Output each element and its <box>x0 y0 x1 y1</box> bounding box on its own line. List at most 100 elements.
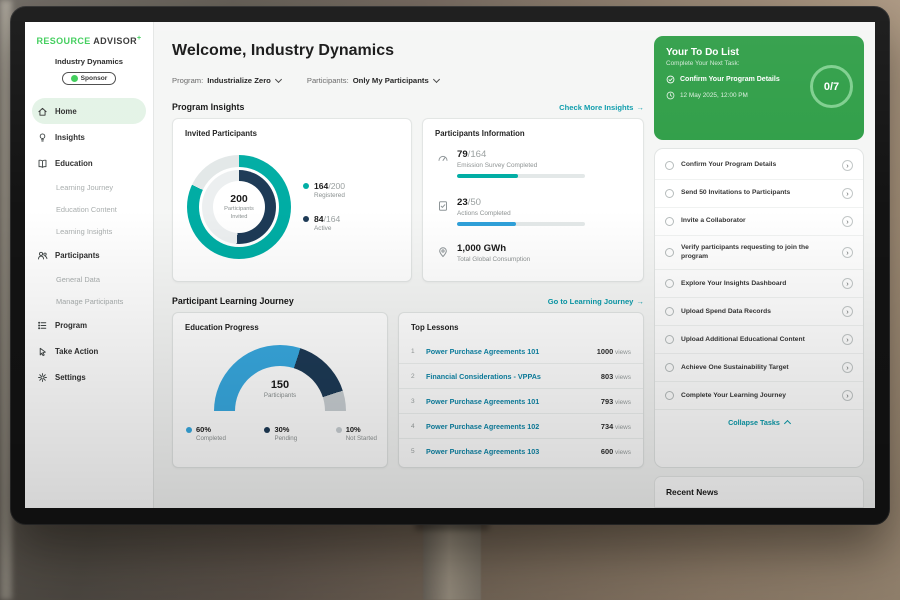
participants-filter-label: Participants: <box>307 76 349 85</box>
chevron-right-icon[interactable]: › <box>842 216 853 227</box>
todo-task-row[interactable]: Invite a Collaborator › <box>655 208 863 236</box>
chevron-down-icon <box>275 76 282 83</box>
legend-label: Not Started <box>346 435 377 442</box>
lesson-views-word: views <box>613 424 631 431</box>
lesson-views-word: views <box>613 374 631 381</box>
todo-task-row[interactable]: Complete Your Learning Journey › <box>655 382 863 410</box>
sidebar-nav: Home Insights Education Learning Journey… <box>25 98 153 390</box>
participants-information-card: Participants Information 79/164 Emission… <box>422 118 644 282</box>
donut-center-label: Participants Invited <box>217 206 261 220</box>
legend-pct: 30% <box>274 425 297 434</box>
todo-task-label: Upload Additional Educational Content <box>681 336 835 345</box>
invited-donut-chart: 200 Participants Invited <box>187 155 291 259</box>
legend-of: /164 <box>324 214 341 224</box>
sponsor-badge[interactable]: Sponsor <box>62 72 117 85</box>
program-filter[interactable]: Program: Industrialize Zero <box>172 76 281 85</box>
lesson-rank: 3 <box>411 398 418 405</box>
legend-label: Active <box>314 225 340 232</box>
checkbox-circle[interactable] <box>665 189 674 198</box>
legend-dot-completed <box>186 427 192 433</box>
metric-actions-completed: 23/50 Actions Completed <box>437 197 585 226</box>
sidebar-item-learning-insights[interactable]: Learning Insights <box>25 220 153 242</box>
collapse-tasks-button[interactable]: Collapse Tasks <box>655 410 863 433</box>
photo-background: RESOURCE ADVISOR+ Industry Dynamics Spon… <box>0 0 900 600</box>
todo-task-row[interactable]: Upload Spend Data Records › <box>655 298 863 326</box>
todo-task-row[interactable]: Achieve One Sustainability Target › <box>655 354 863 382</box>
check-more-insights-link[interactable]: Check More Insights→ <box>559 103 644 112</box>
sidebar-item-education-content[interactable]: Education Content <box>25 198 153 220</box>
legend-value: 84 <box>314 214 324 224</box>
top-lessons-card: Top Lessons 1 Power Purchase Agreements … <box>398 312 644 468</box>
main-content: Welcome, Industry Dynamics Program: Indu… <box>154 22 875 508</box>
todo-task-row[interactable]: Send 50 Invitations to Participants › <box>655 180 863 208</box>
legend-of: /200 <box>328 181 345 191</box>
recent-news-header: Recent News <box>654 476 864 508</box>
lesson-link[interactable]: Power Purchase Agreements 101 <box>426 397 539 406</box>
program-filter-label: Program: <box>172 76 203 85</box>
lesson-row: 5 Power Purchase Agreements 103 600 view… <box>399 439 643 464</box>
todo-list-card: Confirm Your Program Details › Send 50 I… <box>654 148 864 468</box>
go-to-learning-journey-link[interactable]: Go to Learning Journey→ <box>548 297 644 306</box>
chevron-right-icon[interactable]: › <box>842 334 853 345</box>
chevron-right-icon[interactable]: › <box>842 390 853 401</box>
gear-icon <box>37 372 48 383</box>
program-filter-value: Industrialize Zero <box>207 76 271 85</box>
arrow-right-icon: → <box>636 103 644 112</box>
lesson-link[interactable]: Power Purchase Agreements 101 <box>426 347 539 356</box>
sidebar-item-take-action[interactable]: Take Action <box>25 338 153 364</box>
lesson-link[interactable]: Power Purchase Agreements 103 <box>426 447 539 456</box>
participants-filter[interactable]: Participants: Only My Participants <box>307 76 439 85</box>
sidebar-item-general-data[interactable]: General Data <box>25 268 153 290</box>
sidebar-item-settings[interactable]: Settings <box>25 364 153 390</box>
legend-label: Completed <box>196 435 226 442</box>
checkbox-circle[interactable] <box>665 307 674 316</box>
check-circle-icon <box>666 75 675 84</box>
progress-fill <box>457 222 516 226</box>
chevron-right-icon[interactable]: › <box>842 306 853 317</box>
lesson-row: 1 Power Purchase Agreements 101 1000 vie… <box>399 339 643 364</box>
learning-journey-header: Participant Learning Journey Go to Learn… <box>172 296 644 306</box>
checkbox-circle[interactable] <box>665 363 674 372</box>
todo-task-row[interactable]: Upload Additional Educational Content › <box>655 326 863 354</box>
lesson-link[interactable]: Financial Considerations - VPPAs <box>426 372 541 381</box>
todo-task-label: Upload Spend Data Records <box>681 308 835 317</box>
sidebar-item-label: Insights <box>55 133 85 142</box>
todo-task-row[interactable]: Explore Your Insights Dashboard › <box>655 270 863 298</box>
checkbox-circle[interactable] <box>665 161 674 170</box>
chevron-right-icon[interactable]: › <box>842 160 853 171</box>
sidebar-item-home[interactable]: Home <box>32 98 146 124</box>
todo-task-label: Invite a Collaborator <box>681 217 835 226</box>
todo-task-row[interactable]: Verify participants requesting to join t… <box>655 236 863 270</box>
chevron-right-icon[interactable]: › <box>842 278 853 289</box>
lesson-views-count: 1000 <box>597 347 613 356</box>
sidebar-item-manage-participants[interactable]: Manage Participants <box>25 290 153 312</box>
sidebar-item-label: Learning Insights <box>56 227 112 236</box>
lesson-views-word: views <box>613 399 631 406</box>
checkbox-circle[interactable] <box>665 248 674 257</box>
todo-task-row[interactable]: Confirm Your Program Details › <box>655 152 863 180</box>
education-progress-card: Education Progress 150 Participants 60%C… <box>172 312 388 468</box>
lesson-link[interactable]: Power Purchase Agreements 102 <box>426 422 539 431</box>
chevron-right-icon[interactable]: › <box>842 188 853 199</box>
metric-value: 79 <box>457 149 468 160</box>
invited-participants-card: Invited Participants 200 Participants In… <box>172 118 412 282</box>
checkbox-circle[interactable] <box>665 335 674 344</box>
checkbox-circle[interactable] <box>665 217 674 226</box>
book-icon <box>37 158 48 169</box>
filters-row: Program: Industrialize Zero Participants… <box>172 76 439 85</box>
sidebar-item-education[interactable]: Education <box>25 150 153 176</box>
lesson-rank: 4 <box>411 423 418 430</box>
sidebar-item-label: Home <box>55 107 77 116</box>
chevron-right-icon[interactable]: › <box>842 362 853 373</box>
sidebar-item-insights[interactable]: Insights <box>25 124 153 150</box>
checkbox-circle[interactable] <box>665 391 674 400</box>
sidebar-item-participants[interactable]: Participants <box>25 242 153 268</box>
progress-fill <box>457 174 518 178</box>
lesson-row: 2 Financial Considerations - VPPAs 803 v… <box>399 364 643 389</box>
sidebar-item-program[interactable]: Program <box>25 312 153 338</box>
chevron-right-icon[interactable]: › <box>842 247 853 258</box>
sidebar-item-learning-journey[interactable]: Learning Journey <box>25 176 153 198</box>
checkbox-circle[interactable] <box>665 279 674 288</box>
legend-pct: 60% <box>196 425 226 434</box>
lesson-row: 4 Power Purchase Agreements 102 734 view… <box>399 414 643 439</box>
